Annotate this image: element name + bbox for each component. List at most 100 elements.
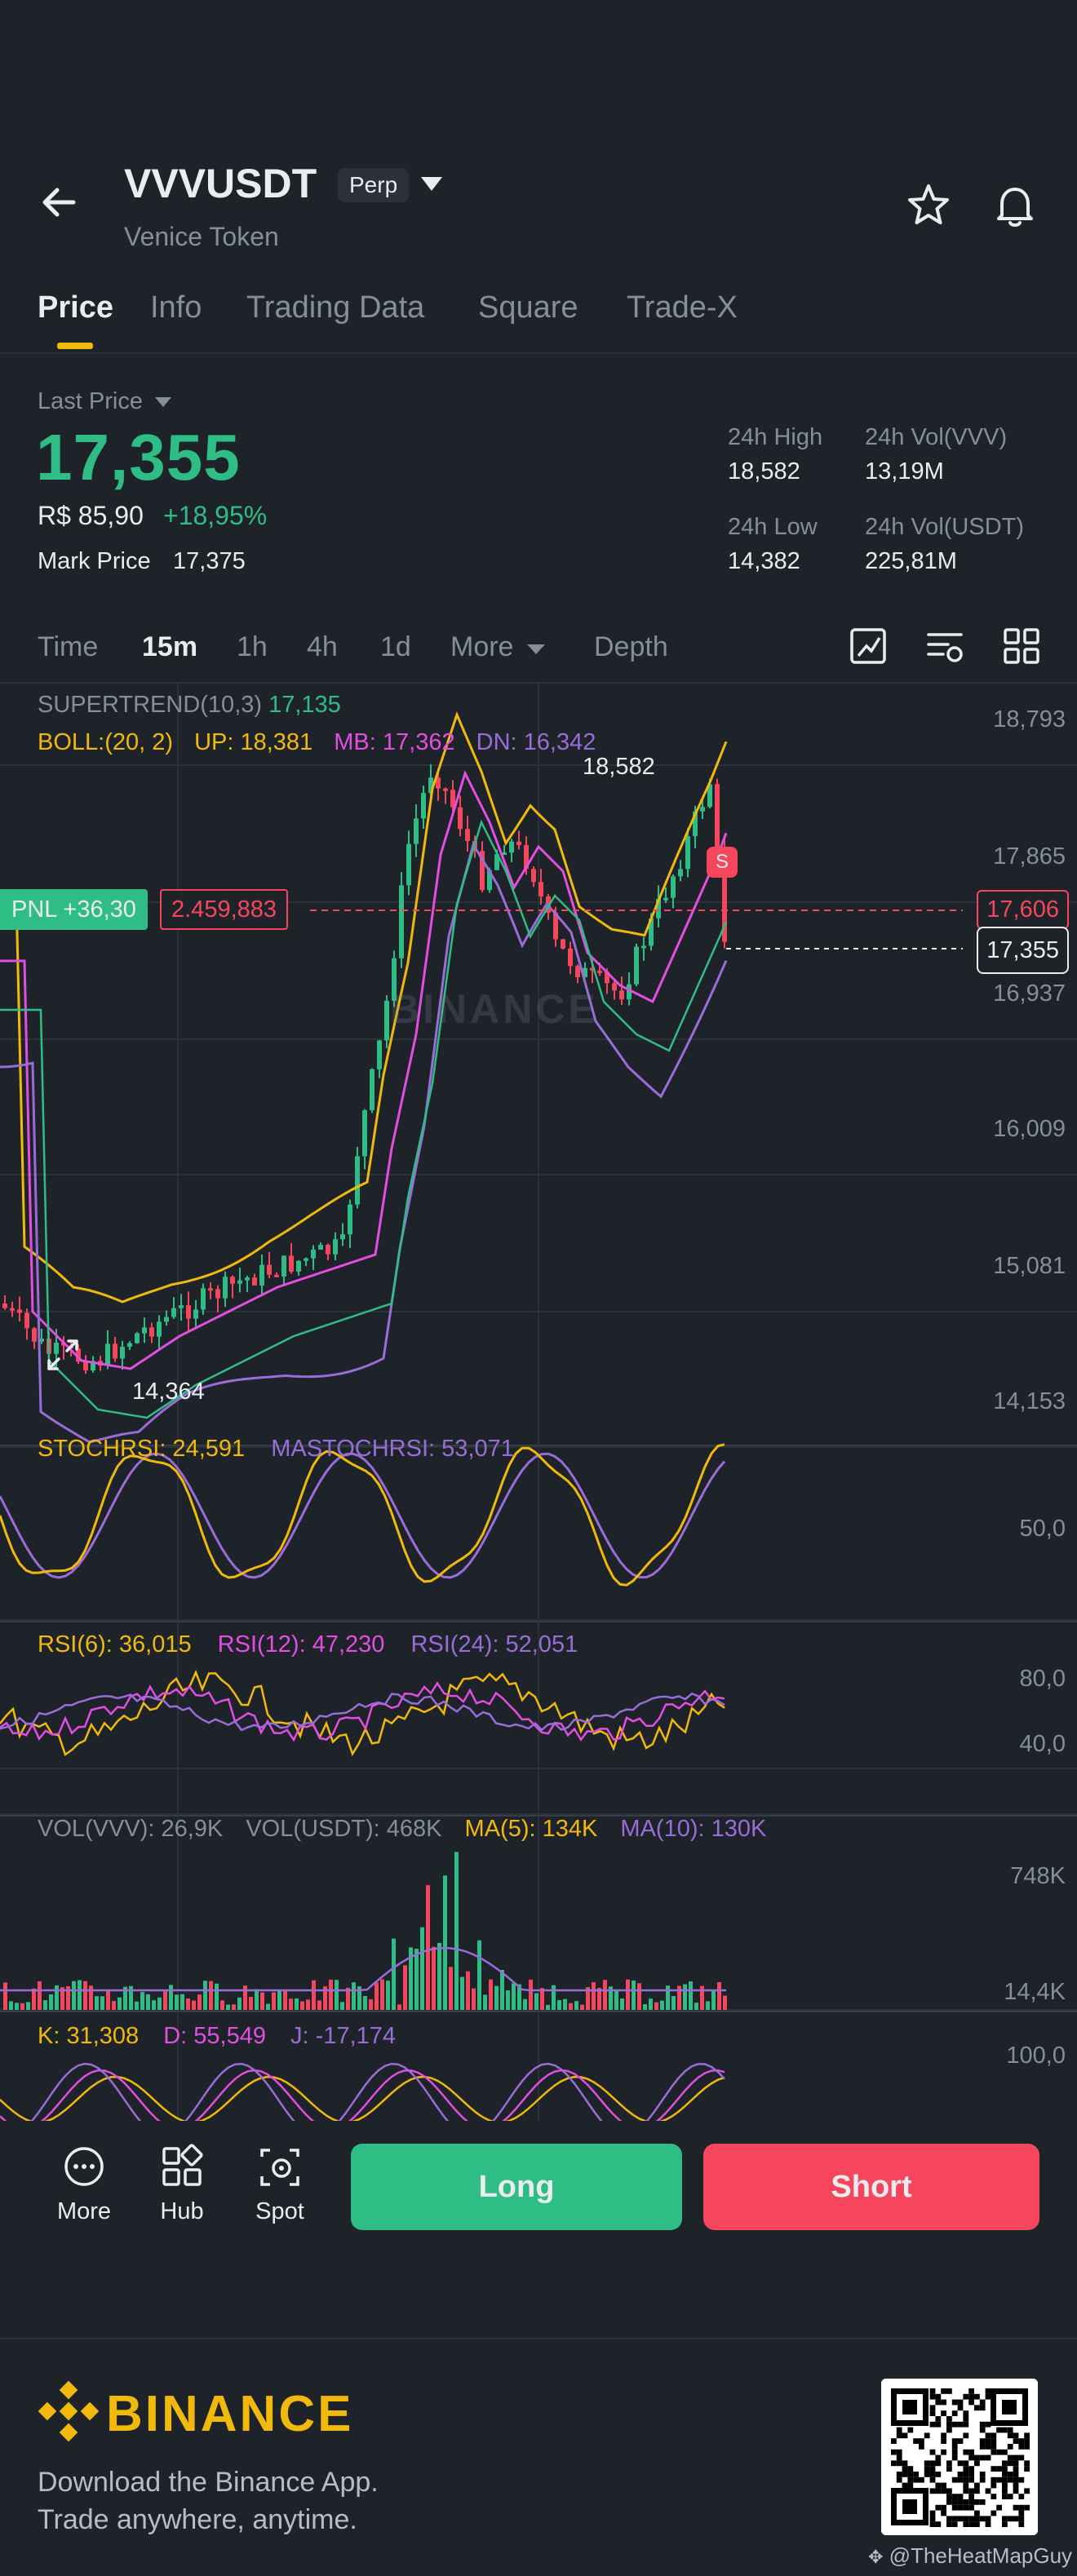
candle-body: [186, 1305, 191, 1319]
candle-body: [465, 829, 470, 841]
candle-body: [304, 1258, 308, 1261]
volume-bar: [163, 1991, 167, 2010]
qr-module: [957, 2399, 964, 2406]
candle-body: [561, 939, 565, 949]
chart-area[interactable]: SUPERTREND(10,3) 17,135 BOLL:(20, 2) UP:…: [0, 684, 1077, 2121]
candle-body: [113, 1343, 117, 1359]
indicator-settings-icon[interactable]: [924, 625, 966, 667]
qr-module: [919, 2444, 924, 2450]
candle-body: [516, 841, 521, 845]
qr-module: [996, 2476, 1002, 2483]
candle-body: [201, 1288, 206, 1310]
qr-module: [1007, 2444, 1013, 2450]
qr-module: [968, 2488, 974, 2494]
entry-price-tag: 17,606: [977, 890, 1069, 929]
layout-grid-icon[interactable]: [1000, 625, 1043, 667]
boll-middle-line: [0, 769, 728, 1370]
volume-bar: [460, 1976, 464, 2010]
qr-module: [957, 2405, 964, 2411]
short-button[interactable]: Short: [703, 2144, 1039, 2230]
qr-module: [963, 2421, 969, 2428]
qr-module: [929, 2393, 936, 2400]
page-tabs: Price Info Trading Data Square Trade-X: [0, 277, 1077, 354]
candle-body: [289, 1255, 294, 1272]
interval-depth[interactable]: Depth: [594, 631, 668, 663]
last-price-selector[interactable]: Last Price: [38, 388, 172, 415]
qr-module: [924, 2466, 930, 2472]
qr-module: [1018, 2516, 1025, 2522]
qr-module: [946, 2388, 952, 2394]
candle-body: [678, 869, 683, 877]
price-axis-label: 14,153: [993, 1388, 1066, 1414]
symbol-dropdown-icon[interactable]: [419, 175, 444, 194]
volume-bar: [203, 1981, 207, 2010]
long-button[interactable]: Long: [351, 2144, 682, 2230]
qr-module: [935, 2421, 942, 2428]
low-marker: 14,364: [132, 1379, 205, 1405]
interval-more[interactable]: More: [450, 631, 546, 663]
qr-module: [974, 2488, 980, 2494]
volume-bar: [26, 2002, 30, 2010]
volume-bar: [512, 1983, 516, 2010]
volume-bar: [717, 1981, 721, 2010]
volume-bar: [152, 2000, 156, 2010]
interval-1d[interactable]: 1d: [380, 631, 411, 663]
qr-module: [963, 2460, 969, 2467]
candle-body: [17, 1309, 22, 1313]
qr-module: [946, 2494, 952, 2499]
volume-bar: [671, 1995, 676, 2010]
volume-bar: [654, 2002, 658, 2010]
tab-trade-x[interactable]: Trade-X: [627, 290, 738, 325]
qr-module: [1007, 2454, 1013, 2461]
qr-module: [941, 2388, 946, 2394]
volume-bar: [369, 1998, 373, 2010]
qr-module: [963, 2416, 969, 2422]
kdj-k-value: K: 31,308: [38, 2023, 140, 2049]
spot-button[interactable]: Spot: [235, 2144, 325, 2225]
interval-time[interactable]: Time: [38, 631, 98, 663]
alert-bell-icon[interactable]: [991, 181, 1039, 230]
tab-info[interactable]: Info: [150, 290, 202, 325]
volume-bar: [89, 1985, 93, 2010]
candle-body: [2, 1303, 7, 1308]
qr-module: [979, 2499, 986, 2505]
hub-button[interactable]: Hub: [137, 2144, 227, 2225]
symbol-title[interactable]: VVVUSDT: [124, 160, 317, 207]
volume-bar: [620, 1998, 624, 2010]
pnl-badge[interactable]: PNL +36,30: [0, 889, 148, 930]
qr-module: [1013, 2482, 1019, 2489]
qr-module: [951, 2438, 958, 2444]
tab-square[interactable]: Square: [478, 290, 578, 325]
interval-4h[interactable]: 4h: [307, 631, 338, 663]
favorite-star-icon[interactable]: [904, 181, 953, 230]
qr-module: [974, 2521, 980, 2527]
volume-bar: [237, 1997, 242, 2010]
footer-banner: BINANCE Download the Binance App. Trade …: [0, 2338, 1077, 2576]
candle-body: [641, 945, 646, 949]
qr-module: [985, 2488, 991, 2494]
volume-bar: [3, 1982, 7, 2010]
more-button[interactable]: More: [39, 2144, 129, 2225]
ma10-value: MA(10): 130K: [620, 1816, 767, 1842]
sell-marker[interactable]: S: [707, 847, 738, 878]
tab-trading-data[interactable]: Trading Data: [246, 290, 424, 325]
tab-price[interactable]: Price: [38, 290, 113, 325]
candle-body: [215, 1289, 220, 1299]
interval-15m[interactable]: 15m: [142, 631, 197, 663]
kdj-d-value: D: 55,549: [163, 2023, 266, 2049]
qr-module: [1024, 2444, 1030, 2450]
interval-1h[interactable]: 1h: [237, 631, 268, 663]
qr-module: [907, 2482, 914, 2489]
position-size-badge[interactable]: 2.459,883: [160, 889, 289, 930]
qr-module: [974, 2482, 980, 2489]
volume-bar: [146, 1994, 150, 2010]
volume-bar: [106, 1990, 110, 2010]
back-arrow-icon[interactable]: [38, 179, 83, 225]
qr-module: [1018, 2454, 1025, 2461]
chart-type-icon[interactable]: [847, 625, 889, 667]
qr-module: [946, 2499, 952, 2505]
expand-chart-icon[interactable]: [42, 1334, 83, 1375]
qr-module: [941, 2510, 946, 2516]
volume-bar: [694, 2003, 698, 2010]
qr-module: [991, 2510, 997, 2516]
